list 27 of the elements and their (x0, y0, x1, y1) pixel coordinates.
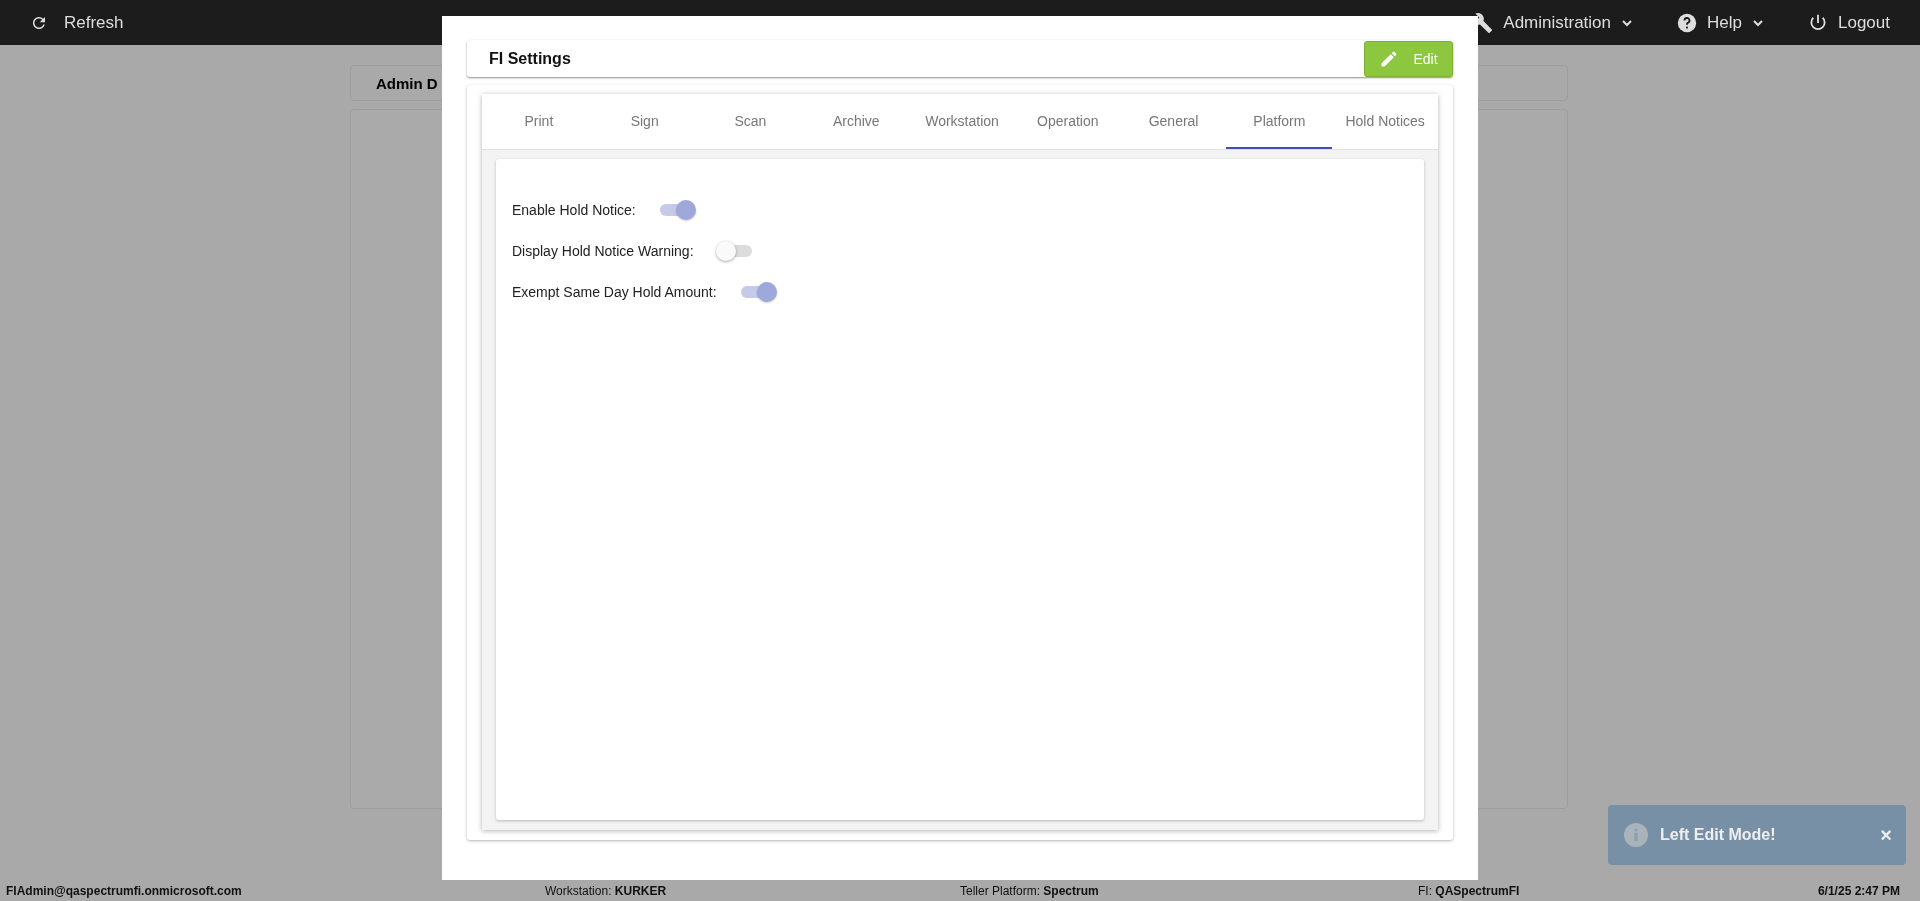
help-icon (1677, 12, 1698, 33)
fi-info: FI: QASpectrumFI (1418, 884, 1520, 898)
tab[interactable]: Workstation (909, 94, 1015, 149)
tab[interactable]: Hold Notices (1332, 94, 1439, 149)
info-icon (1624, 823, 1648, 847)
tab[interactable]: Scan (697, 94, 804, 149)
date-time: 6/1/25 2:47 PM (1817, 884, 1900, 898)
tab[interactable]: General (1120, 94, 1227, 149)
power-icon (1808, 12, 1828, 33)
menu-button[interactable]: Help (1677, 12, 1764, 33)
dialog-title: FI Settings (489, 49, 571, 68)
setting-label: Enable Hold Notice: (512, 201, 636, 218)
toggle-switch[interactable] (715, 239, 754, 262)
user-email: FIAdmin@qaspectrumfi.onmicrosoft.com (6, 884, 242, 898)
logout-button[interactable]: Logout (1808, 12, 1890, 33)
close-button[interactable]: × (1880, 823, 1892, 847)
tab[interactable]: Operation (1014, 94, 1121, 149)
refresh-button[interactable]: Refresh (30, 12, 124, 33)
toast-message: Left Edit Mode! (1660, 826, 1777, 844)
tab[interactable]: Print (486, 94, 592, 149)
platform-info: Teller Platform: Spectrum (960, 884, 1099, 898)
workstation-info: Workstation: KURKER (545, 884, 667, 898)
setting-label: Exempt Same Day Hold Amount: (512, 283, 717, 300)
card-title: Admin D (376, 75, 438, 92)
tab[interactable]: Archive (803, 94, 910, 149)
setting-label: Display Hold Notice Warning: (512, 242, 694, 259)
tab[interactable]: Sign (591, 94, 698, 149)
